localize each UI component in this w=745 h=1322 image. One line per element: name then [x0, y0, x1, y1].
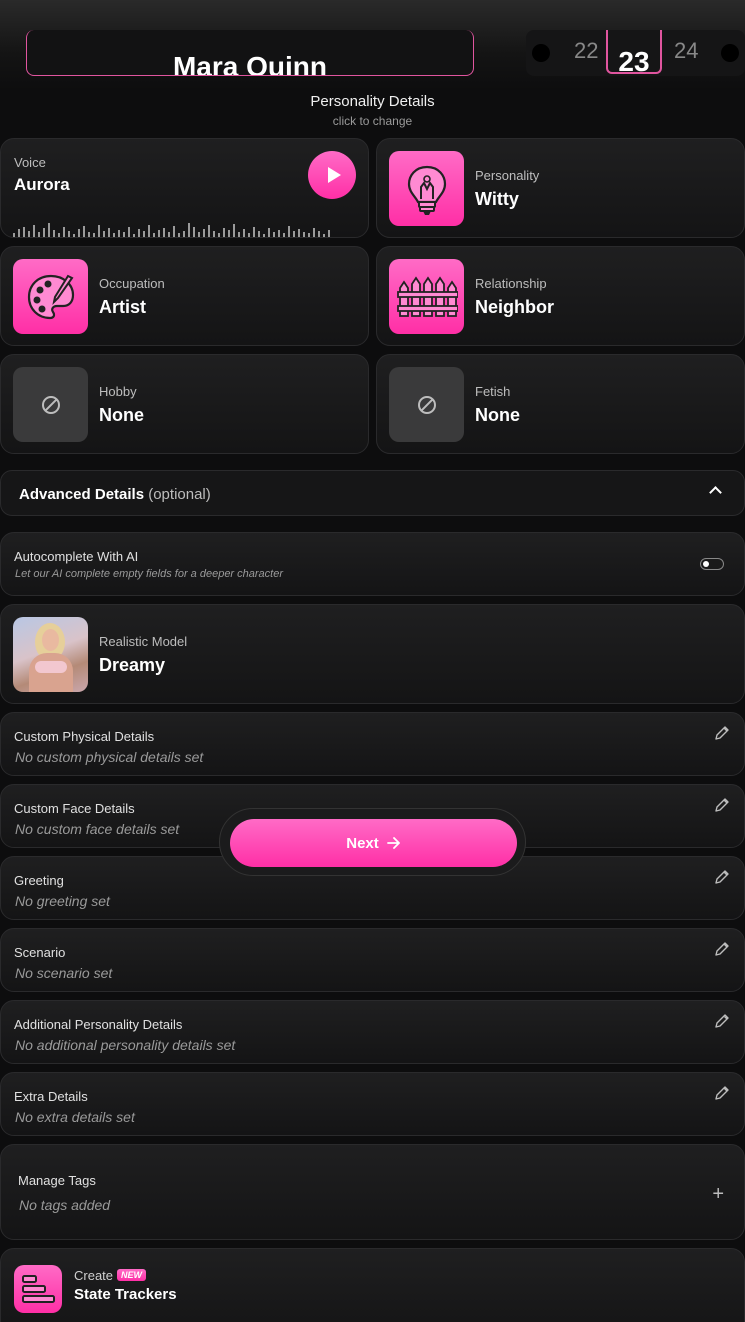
tags-label: Manage Tags — [18, 1173, 96, 1188]
personality-section-header: Personality Details click to change — [0, 93, 745, 128]
new-badge: NEW — [117, 1269, 147, 1281]
date-scroll-left[interactable] — [532, 44, 550, 62]
relationship-card[interactable]: Relationship Neighbor — [376, 246, 745, 346]
model-value: Dreamy — [99, 655, 166, 675]
autocomplete-hint: Let our AI complete empty fields for a d… — [15, 568, 284, 580]
ban-icon — [417, 395, 436, 414]
fence-icon — [389, 259, 464, 334]
character-name-value: Mara Quinn — [172, 51, 327, 76]
lightbulb-icon — [389, 151, 464, 226]
personality-label: Personality — [475, 168, 540, 183]
fetish-label: Fetish — [475, 384, 511, 399]
detail-value: No custom face details set — [15, 821, 180, 837]
relationship-value: Neighbor — [475, 297, 554, 317]
detail-value: No custom physical details set — [15, 749, 204, 765]
pencil-icon[interactable] — [714, 725, 730, 741]
pencil-icon[interactable] — [714, 1013, 730, 1029]
model-card[interactable]: Realistic Model Dreamy — [0, 604, 745, 704]
detail-row[interactable]: Additional Personality Details No additio… — [0, 1000, 745, 1064]
fetish-card[interactable]: Fetish None — [376, 354, 745, 454]
autocomplete-row: Autocomplete With AI Let our AI complete… — [0, 532, 745, 596]
occupation-value: Artist — [99, 297, 147, 317]
detail-label: Greeting — [14, 873, 64, 888]
character-name-field[interactable]: Mara Quinn — [26, 30, 474, 76]
advanced-details-title: Advanced Details (optional) — [19, 486, 211, 503]
voice-label: Voice — [14, 155, 46, 170]
personality-value: Witty — [475, 189, 519, 209]
create-label: Create NEW — [74, 1268, 147, 1283]
detail-label: Custom Face Details — [14, 801, 135, 816]
detail-value: No extra details set — [15, 1109, 135, 1125]
chevron-up-icon[interactable] — [709, 486, 722, 499]
detail-label: Custom Physical Details — [14, 729, 155, 744]
advanced-details-toggle[interactable]: Advanced Details (optional) — [0, 470, 745, 516]
model-thumbnail — [13, 617, 88, 692]
autocomplete-toggle[interactable] — [700, 558, 724, 570]
state-trackers-icon — [14, 1265, 62, 1313]
occupation-card[interactable]: Occupation Artist — [0, 246, 369, 346]
ban-icon — [41, 395, 60, 414]
detail-label: Additional Personality Details — [14, 1017, 183, 1032]
model-label: Realistic Model — [99, 634, 188, 649]
pencil-icon[interactable] — [714, 941, 730, 957]
detail-label: Scenario — [14, 945, 66, 960]
fetish-value: None — [475, 405, 520, 425]
detail-value: No greeting set — [15, 893, 110, 909]
autocomplete-label: Autocomplete With AI — [14, 549, 139, 564]
section-subtitle: click to change — [332, 114, 413, 128]
palette-icon — [13, 259, 88, 334]
occupation-label: Occupation — [99, 276, 165, 291]
voice-waveform — [13, 217, 330, 237]
date-next[interactable]: 24 — [674, 38, 698, 64]
section-title: Personality Details — [310, 93, 435, 110]
detail-label: Extra Details — [14, 1089, 88, 1104]
detail-row[interactable]: Custom Physical Details No custom physica… — [0, 712, 745, 776]
hobby-empty-tile — [13, 367, 88, 442]
next-button-label: Next — [346, 834, 379, 852]
state-trackers-card[interactable]: Create NEW State Trackers — [0, 1248, 745, 1322]
pencil-icon[interactable] — [714, 1085, 730, 1101]
pencil-icon[interactable] — [714, 869, 730, 885]
date-scroll-right[interactable] — [721, 44, 739, 62]
hobby-card[interactable]: Hobby None — [0, 354, 369, 454]
date-selected[interactable]: 23 — [606, 30, 662, 74]
arrow-right-icon — [386, 837, 400, 849]
manage-tags-row[interactable]: Manage Tags No tags added + — [0, 1144, 745, 1240]
play-voice-button[interactable] — [308, 151, 356, 199]
pencil-icon[interactable] — [714, 797, 730, 813]
next-button-container: Next — [219, 808, 526, 876]
detail-value: No scenario set — [15, 965, 113, 981]
tags-value: No tags added — [19, 1197, 111, 1213]
detail-row[interactable]: Extra Details No extra details set — [0, 1072, 745, 1136]
hobby-label: Hobby — [99, 384, 137, 399]
relationship-label: Relationship — [475, 276, 547, 291]
voice-card[interactable]: Voice Aurora — [0, 138, 369, 238]
state-trackers-title: State Trackers — [74, 1286, 177, 1303]
date-prev[interactable]: 22 — [574, 38, 598, 64]
plus-icon[interactable]: + — [712, 1183, 724, 1206]
detail-value: No additional personality details set — [15, 1037, 236, 1053]
personality-card[interactable]: Personality Witty — [376, 138, 745, 238]
detail-row[interactable]: Scenario No scenario set — [0, 928, 745, 992]
voice-value: Aurora — [14, 175, 70, 194]
next-button[interactable]: Next — [230, 819, 517, 867]
date-picker[interactable]: 22 23 24 — [526, 30, 745, 76]
fetish-empty-tile — [389, 367, 464, 442]
hobby-value: None — [99, 405, 144, 425]
